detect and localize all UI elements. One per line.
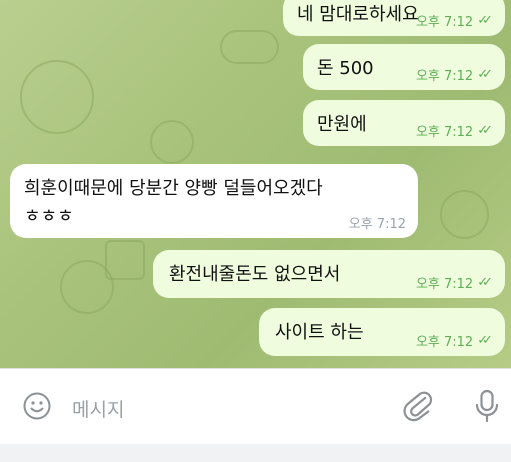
message-time: 오후 7:12: [415, 15, 474, 30]
read-check-icon: ✓✓: [477, 123, 493, 138]
message-input-bar: 메시지: [0, 368, 511, 445]
message-meta: 오후 7:12 ✓✓: [416, 273, 493, 292]
message-meta: 오후 7:12 ✓✓: [416, 11, 493, 30]
wallpaper-doodle: [105, 240, 145, 280]
message-bubble-outgoing[interactable]: 만원에 오후 7:12 ✓✓: [303, 100, 505, 146]
message-meta: 오후 7:12: [349, 213, 406, 232]
message-text: 사이트 하는: [275, 322, 364, 343]
wallpaper-doodle: [150, 120, 194, 164]
system-nav-bar: [0, 444, 511, 462]
read-check-icon: ✓✓: [477, 67, 493, 82]
message-time: 오후 7:12: [415, 335, 474, 350]
wallpaper-doodle: [220, 30, 279, 64]
message-input[interactable]: 메시지: [72, 395, 124, 422]
message-bubble-incoming[interactable]: 희훈이때문에 당분간 양빵 덜들어오겠다 ㅎㅎㅎ 오후 7:12: [10, 164, 418, 238]
microphone-icon[interactable]: [472, 388, 502, 424]
message-meta: 오후 7:12 ✓✓: [416, 121, 493, 140]
message-bubble-outgoing[interactable]: 네 맘대로하세요 오후 7:12 ✓✓: [283, 0, 505, 36]
message-time: 오후 7:12: [348, 217, 406, 232]
message-text: 네 맘대로하세요: [297, 4, 419, 25]
wallpaper-doodle: [440, 190, 489, 239]
message-meta: 오후 7:12 ✓✓: [416, 65, 493, 84]
message-meta: 오후 7:12 ✓✓: [416, 331, 493, 350]
wallpaper-doodle: [20, 60, 94, 134]
message-time: 오후 7:12: [415, 277, 474, 292]
message-time: 오후 7:12: [415, 125, 474, 140]
read-check-icon: ✓✓: [477, 13, 493, 28]
message-text: 만원에: [317, 114, 367, 135]
message-time: 오후 7:12: [415, 69, 474, 84]
message-text-line: ㅎㅎㅎ: [24, 206, 74, 227]
message-bubble-outgoing[interactable]: 환전내줄돈도 없으면서 오후 7:12 ✓✓: [153, 250, 505, 298]
paperclip-icon[interactable]: [402, 389, 434, 423]
message-text: 돈 500: [317, 58, 374, 79]
chat-history[interactable]: 네 맘대로하세요 오후 7:12 ✓✓ 돈 500 오후 7:12 ✓✓ 만원에…: [0, 0, 511, 368]
read-check-icon: ✓✓: [477, 275, 493, 290]
smile-icon[interactable]: [22, 391, 52, 421]
message-bubble-outgoing[interactable]: 돈 500 오후 7:12 ✓✓: [303, 44, 505, 90]
message-text-line: 희훈이때문에 당분간 양빵 덜들어오겠다: [24, 178, 323, 199]
message-bubble-outgoing[interactable]: 사이트 하는 오후 7:12 ✓✓: [259, 308, 505, 356]
message-text: 환전내줄돈도 없으면서: [169, 264, 341, 285]
read-check-icon: ✓✓: [477, 333, 493, 348]
